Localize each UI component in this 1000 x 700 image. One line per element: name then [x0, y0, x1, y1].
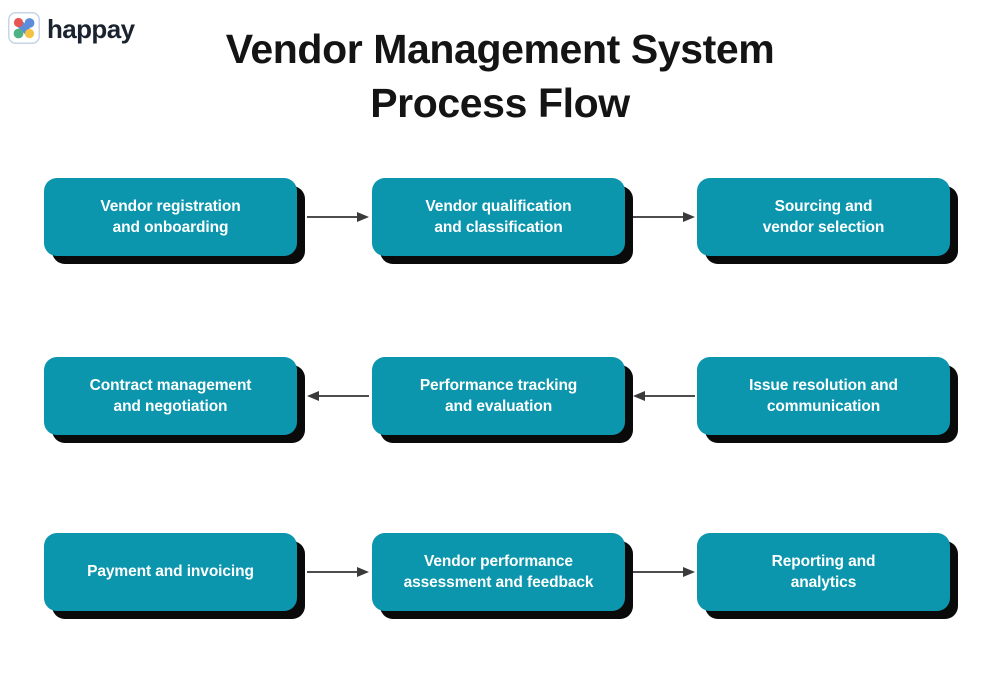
flow-node-reporting-and-analytics[interactable]: Reporting and analytics [697, 533, 950, 611]
flow-node-label: Vendor qualification and classification [425, 197, 572, 236]
flow-node-label: Vendor registration and onboarding [100, 197, 241, 236]
flow-node-label: Contract management and negotiation [89, 376, 252, 415]
flow-node-label: Sourcing and vendor selection [762, 197, 885, 236]
flow-node-performance-tracking-and-evaluation[interactable]: Performance tracking and evaluation [372, 357, 625, 435]
flow-node-contract-management-and-negotiation[interactable]: Contract management and negotiation [44, 357, 297, 435]
flow-node-label: Issue resolution and communication [749, 376, 898, 415]
flow-node-label: Performance tracking and evaluation [419, 376, 578, 415]
flow-arrow-left-row2-1 [307, 389, 369, 403]
flow-node-vendor-registration-and-onboarding[interactable]: Vendor registration and onboarding [44, 178, 297, 256]
flow-arrow-right-row1-2 [633, 210, 695, 224]
flow-arrow-right-row3-1 [307, 565, 369, 579]
flow-node-label: Reporting and analytics [771, 552, 876, 591]
flow-node-vendor-performance-assessment-and-feedback[interactable]: Vendor performance assessment and feedba… [372, 533, 625, 611]
flow-arrow-right-row1-1 [307, 210, 369, 224]
flow-arrow-right-row3-2 [633, 565, 695, 579]
flow-node-label: Vendor performance assessment and feedba… [403, 552, 594, 591]
flow-node-issue-resolution-and-communication[interactable]: Issue resolution and communication [697, 357, 950, 435]
process-flow-diagram: Vendor registration and onboarding Vendo… [0, 0, 1000, 700]
flow-node-vendor-qualification-and-classification[interactable]: Vendor qualification and classification [372, 178, 625, 256]
flow-node-sourcing-and-vendor-selection[interactable]: Sourcing and vendor selection [697, 178, 950, 256]
flow-node-label: Payment and invoicing [87, 563, 254, 581]
flow-node-payment-and-invoicing[interactable]: Payment and invoicing [44, 533, 297, 611]
flow-arrow-left-row2-2 [633, 389, 695, 403]
